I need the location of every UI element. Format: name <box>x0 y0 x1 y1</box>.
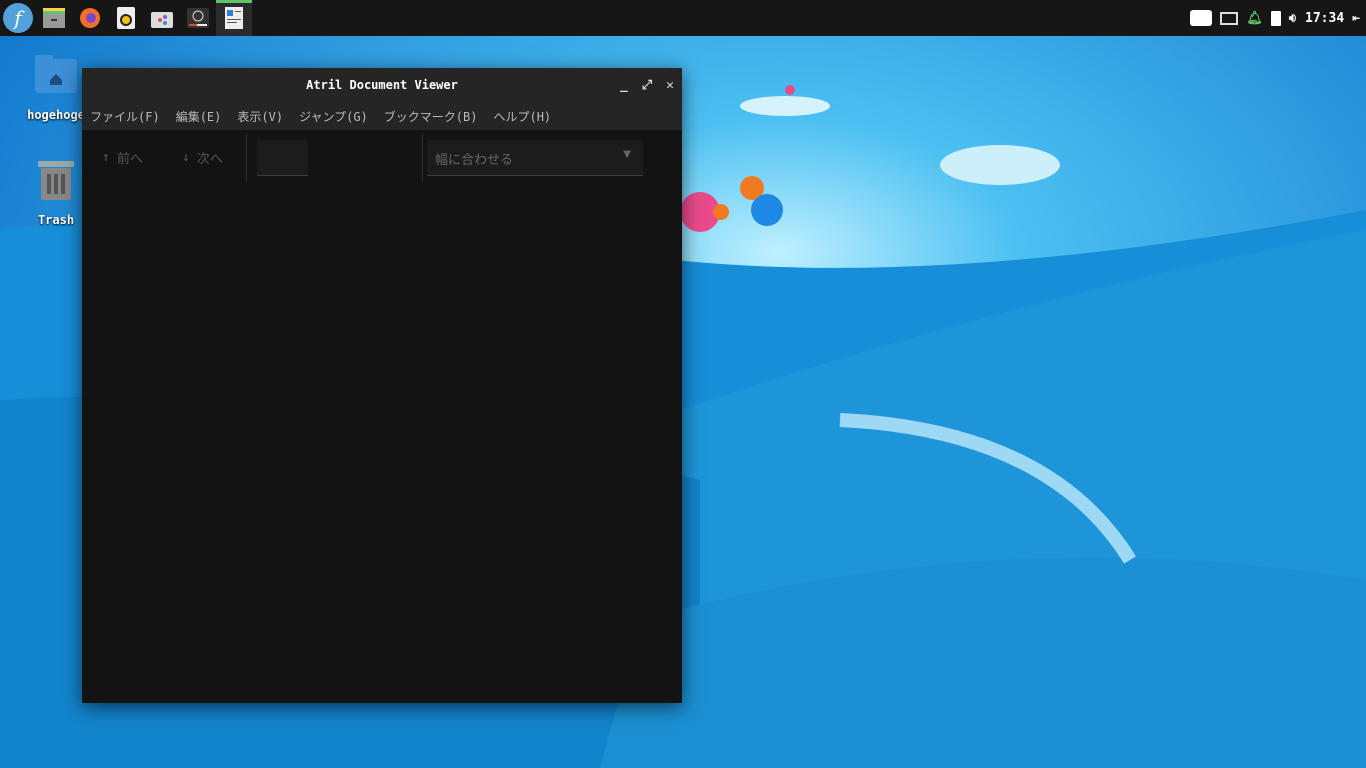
notification-bell-icon[interactable]: 🔔︎ <box>1246 11 1263 26</box>
clock[interactable]: 17:34 <box>1305 11 1344 26</box>
fedora-menu-icon: f <box>3 3 33 33</box>
menu-go[interactable]: ジャンプ(G) <box>299 108 368 125</box>
trash-icon <box>38 161 74 200</box>
close-button[interactable]: ✕ <box>666 78 674 93</box>
menu-edit[interactable]: 編集(E) <box>176 108 222 125</box>
chevron-down-icon: ▼ <box>623 149 631 160</box>
file-manager-icon <box>43 8 65 28</box>
menu-bookmarks[interactable]: ブックマーク(B) <box>384 108 478 125</box>
document-viewer-icon <box>225 7 243 29</box>
maximize-button[interactable]: ⤢ <box>642 78 652 93</box>
home-folder-icon <box>35 55 77 93</box>
document-area[interactable] <box>82 186 682 703</box>
previous-label: 前へ <box>116 152 143 167</box>
window-title: Atril Document Viewer <box>306 78 458 92</box>
atril-window: Atril Document Viewer _ ⤢ ✕ ファイル(F) 編集(E… <box>82 68 682 703</box>
zoom-select[interactable]: 幅に合わせる ▼ <box>427 140 643 176</box>
minimize-button[interactable]: _ <box>620 78 628 93</box>
top-panel: f 🔔︎ 🔉︎ 17:34 ⇤ <box>0 0 1366 36</box>
network-icon[interactable] <box>1220 11 1239 25</box>
window-titlebar[interactable]: Atril Document Viewer _ ⤢ ✕ <box>82 68 682 102</box>
desktop-icon-home[interactable]: hogehoge <box>21 55 91 122</box>
software-launcher[interactable] <box>144 0 180 36</box>
previous-page-button[interactable]: ↑ 前へ <box>102 148 143 167</box>
arrow-up-icon: ↑ <box>102 150 110 165</box>
toolbar-separator <box>422 134 423 182</box>
logout-icon[interactable]: ⇤ <box>1352 11 1360 26</box>
firefox-icon <box>80 8 100 28</box>
menu-help[interactable]: ヘルプ(H) <box>493 108 551 125</box>
volume-icon[interactable]: 🔉︎ <box>1289 11 1297 26</box>
next-label: 次へ <box>196 152 223 167</box>
page-number-input[interactable] <box>257 140 308 176</box>
toolbar-separator <box>246 134 247 182</box>
arrow-down-icon: ↓ <box>182 150 190 165</box>
software-icon <box>151 12 173 28</box>
menu-file[interactable]: ファイル(F) <box>90 108 160 125</box>
rhythmbox-icon <box>117 7 135 29</box>
menu-view[interactable]: 表示(V) <box>237 108 283 125</box>
media-player-icon <box>187 8 209 28</box>
desktop-icon-trash[interactable]: Trash <box>21 158 91 227</box>
toolbar: ↑ 前へ ↓ 次へ 幅に合わせる ▼ <box>82 130 682 186</box>
document-viewer-launcher[interactable] <box>216 0 252 36</box>
system-tray: 🔔︎ 🔉︎ 17:34 ⇤ <box>1190 0 1366 36</box>
next-page-button[interactable]: ↓ 次へ <box>182 148 223 167</box>
rhythmbox-launcher[interactable] <box>108 0 144 36</box>
desktop-icon-label: hogehoge <box>27 108 85 122</box>
battery-charging-icon[interactable] <box>1270 10 1281 26</box>
file-manager-launcher[interactable] <box>36 0 72 36</box>
media-player-launcher[interactable] <box>180 0 216 36</box>
fedora-menu-button[interactable]: f <box>0 0 36 36</box>
zoom-value: 幅に合わせる <box>435 153 514 168</box>
desktop-icon-label: Trash <box>37 213 75 227</box>
menu-bar: ファイル(F) 編集(E) 表示(V) ジャンプ(G) ブックマーク(B) ヘル… <box>82 102 682 130</box>
firefox-launcher[interactable] <box>72 0 108 36</box>
keyboard-icon[interactable] <box>1190 10 1213 26</box>
